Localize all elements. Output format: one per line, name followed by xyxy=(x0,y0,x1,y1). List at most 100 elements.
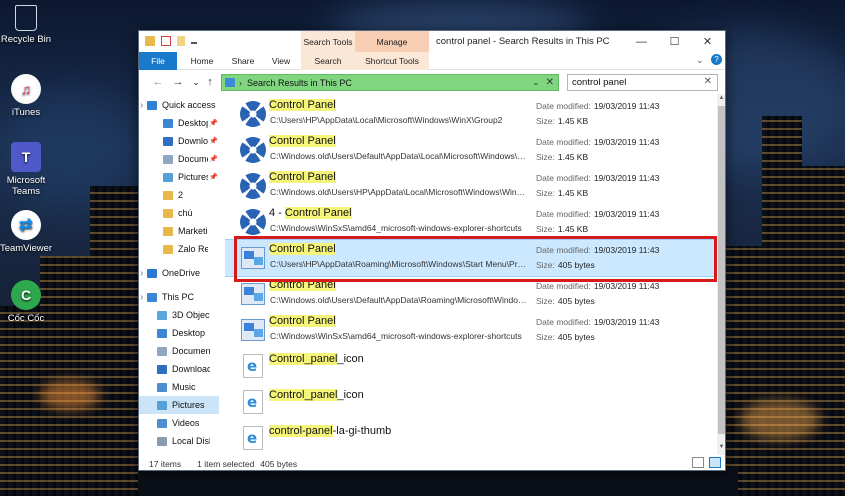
control-panel-icon xyxy=(240,209,266,235)
title-bar: Search Tools Manage control panel - Sear… xyxy=(139,31,725,52)
result-date-modified: Date modified: 19/03/2019 11:43 xyxy=(536,209,659,219)
desktop-icon-teams[interactable]: T Microsoft Teams xyxy=(0,142,58,197)
result-row[interactable]: Control Panel C:\Windows.old\Users\HP\App… xyxy=(225,168,715,204)
date-value: 19/03/2019 11:43 xyxy=(593,317,660,327)
nav-pane-item[interactable]: Downloads📌 xyxy=(139,132,219,150)
tab-search[interactable]: Search xyxy=(301,52,355,70)
help-icon[interactable]: ? xyxy=(711,54,722,65)
result-path: C:\Windows.old\Users\Default\AppData\Loc… xyxy=(270,151,528,161)
date-value: 19/03/2019 11:43 xyxy=(593,209,660,219)
nav-pane-item[interactable]: Documents📌 xyxy=(139,150,219,168)
desktop-icon-coc-coc[interactable]: C Cốc Cốc xyxy=(0,280,58,324)
nav-pane-item-label: Desktop xyxy=(178,118,208,128)
nav-pane-item[interactable]: Music xyxy=(139,378,219,396)
result-name: Control_panel_icon xyxy=(269,353,364,365)
nav-pane-item[interactable]: › OneDrive xyxy=(139,264,219,282)
expand-chevron-icon[interactable]: › xyxy=(140,100,143,111)
size-value: 1.45 KB xyxy=(557,188,589,198)
nav-pane-item[interactable]: › This PC xyxy=(139,288,219,306)
size-label: Size: xyxy=(536,332,555,342)
back-button[interactable]: ← xyxy=(151,74,165,90)
result-name-match: Control Panel xyxy=(269,171,336,183)
customize-toolbar-icon[interactable] xyxy=(191,39,197,44)
result-path: C:\Windows.old\Users\HP\AppData\Local\Mi… xyxy=(270,187,528,197)
tab-shortcut-tools[interactable]: Shortcut Tools xyxy=(355,52,429,70)
nav-pane-item[interactable]: 3D Objects xyxy=(139,306,219,324)
status-bar: 17 items 1 item selected 405 bytes xyxy=(139,455,725,470)
nav-pane-item[interactable]: Marketing xyxy=(139,222,219,240)
expand-ribbon-icon[interactable]: ⌄ xyxy=(696,55,704,66)
desktop-icon-label: Microsoft Teams xyxy=(6,175,46,197)
result-row[interactable]: control-panel-la-gi-thumb xyxy=(225,420,715,455)
result-path: C:\Users\HP\AppData\Local\Microsoft\Wind… xyxy=(270,115,503,125)
close-button[interactable]: ✕ xyxy=(691,31,724,52)
scrollbar-thumb[interactable] xyxy=(718,106,725,434)
maximize-button[interactable]: ☐ xyxy=(658,31,691,52)
tab-file[interactable]: File xyxy=(139,52,177,70)
address-dropdown-icon[interactable]: ⌄ xyxy=(532,77,540,88)
nav-pane-item-label: Local Disk (C:) xyxy=(172,436,210,446)
nav-pane-item[interactable]: Pictures 📌 xyxy=(139,168,219,186)
nav-pane-item[interactable]: chú xyxy=(139,204,219,222)
selection-size: 405 bytes xyxy=(260,458,298,469)
tab-home[interactable]: Home xyxy=(183,52,221,70)
new-folder-icon[interactable] xyxy=(177,36,185,46)
folder-icon[interactable] xyxy=(145,36,155,46)
breadcrumb-chevron-icon: › xyxy=(239,77,242,88)
nav-pane-item[interactable]: Desktop xyxy=(139,324,219,342)
result-date-modified: Date modified: 19/03/2019 11:43 xyxy=(536,101,659,111)
nav-pane-item[interactable]: Downloads xyxy=(139,360,219,378)
folder-icon xyxy=(163,208,173,218)
properties-icon[interactable] xyxy=(161,36,171,46)
expand-chevron-icon[interactable]: › xyxy=(140,292,143,303)
scroll-up-icon[interactable]: ▲ xyxy=(717,95,725,105)
nav-pane-item[interactable]: Videos xyxy=(139,414,219,432)
result-name-match: Control Panel xyxy=(269,99,336,111)
nav-pane-item-label: This PC xyxy=(162,292,195,302)
item-count: 17 items xyxy=(149,458,182,469)
nav-pane-item[interactable]: Documents xyxy=(139,342,219,360)
nav-pane-item-label: Videos xyxy=(172,418,200,428)
vertical-scrollbar[interactable]: ▲ ▼ xyxy=(717,94,725,455)
clear-search-icon[interactable]: ✕ xyxy=(704,76,712,87)
folder-icon xyxy=(157,436,167,446)
details-view-icon[interactable] xyxy=(692,457,704,468)
nav-pane-item[interactable]: Local Disk (C:) xyxy=(139,432,219,450)
nav-pane-item[interactable]: 2 xyxy=(139,186,219,204)
minimize-button[interactable]: — xyxy=(625,31,658,52)
desktop-icon-itunes[interactable]: ♫ iTunes xyxy=(0,74,58,118)
search-box[interactable]: control panel ✕ xyxy=(567,74,718,91)
large-icons-view-icon[interactable] xyxy=(709,457,721,468)
result-row[interactable]: 4 - Control Panel C:\Windows\WinSxS\amd64… xyxy=(225,204,715,240)
result-row[interactable]: Control Panel C:\Windows.old\Users\Defaul… xyxy=(225,132,715,168)
result-row[interactable]: Control Panel C:\Windows\WinSxS\amd64_mic… xyxy=(225,312,715,348)
desktop-icon-teamviewer[interactable]: ⇄ TeamViewer xyxy=(0,210,58,254)
date-label: Date modified: xyxy=(536,173,591,183)
result-name: Control Panel xyxy=(269,315,336,327)
address-bar[interactable]: › Search Results in This PC ⌄ ✕ xyxy=(221,74,559,91)
nav-pane-item[interactable]: Desktop 📌 xyxy=(139,114,219,132)
result-name-match: Control Panel xyxy=(269,135,336,147)
nav-pane-item[interactable]: › Quick access xyxy=(139,96,219,114)
result-row[interactable]: Control Panel C:\Users\HP\AppData\Local\M… xyxy=(225,96,715,132)
refresh-icon[interactable]: ✕ xyxy=(546,77,554,88)
recent-locations-button[interactable]: ⌄ xyxy=(189,74,203,90)
nav-pane-item-label: Downloads xyxy=(172,364,210,374)
scroll-down-icon[interactable]: ▼ xyxy=(717,444,725,454)
nav-pane-item[interactable]: Pictures xyxy=(139,396,219,414)
result-row[interactable]: Control_panel_icon xyxy=(225,384,715,420)
tab-share[interactable]: Share xyxy=(225,52,261,70)
result-name-prefix: 4 - xyxy=(269,207,285,219)
tab-view[interactable]: View xyxy=(265,52,297,70)
folder-icon xyxy=(157,346,167,356)
date-label: Date modified: xyxy=(536,137,591,147)
result-path: C:\Windows\WinSxS\amd64_microsoft-window… xyxy=(270,331,522,341)
pin-icon: 📌 xyxy=(209,173,218,181)
up-button[interactable]: ↑ xyxy=(203,74,217,90)
recycle-bin-icon xyxy=(15,5,37,31)
result-row[interactable]: Control_panel_icon xyxy=(225,348,715,384)
desktop-icon-recycle-bin[interactable]: Recycle Bin xyxy=(0,5,58,45)
forward-button[interactable]: → xyxy=(171,74,185,90)
expand-chevron-icon[interactable]: › xyxy=(140,268,143,279)
nav-pane-item[interactable]: Zalo Received Files xyxy=(139,240,219,258)
